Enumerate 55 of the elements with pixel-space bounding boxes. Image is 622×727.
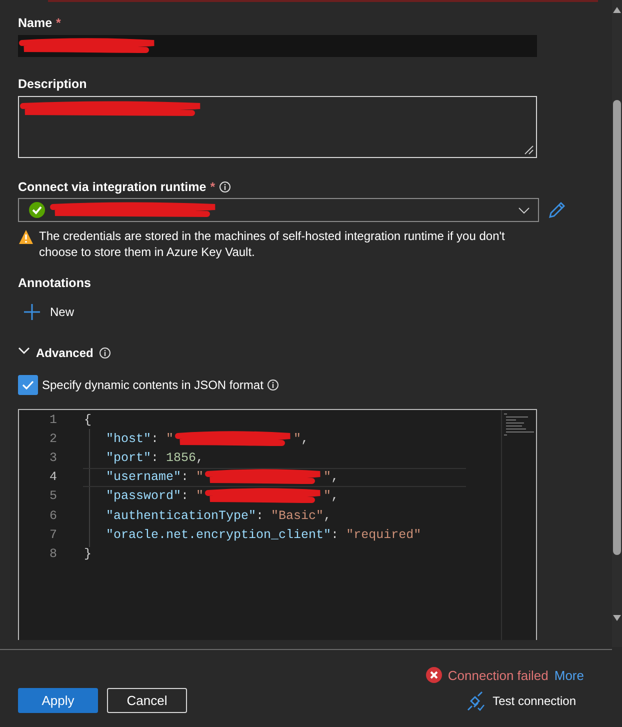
line-number: 2: [48, 432, 57, 446]
plug-icon: [464, 690, 485, 710]
plus-icon: [24, 304, 40, 320]
info-icon[interactable]: [267, 379, 280, 391]
line-number: 3: [48, 450, 57, 465]
line-number: 4: [48, 470, 57, 484]
checkbox-label: Specify dynamic contents in JSON format: [42, 378, 264, 392]
cancel-button[interactable]: Cancel: [107, 688, 187, 713]
test-connection-button[interactable]: Test connection: [464, 690, 576, 710]
chevron-down-icon: [518, 206, 530, 214]
line-number: 8: [48, 546, 57, 561]
code-text: {: [84, 412, 92, 427]
code-text: "oracle.net.encryption_client": "required": [106, 528, 422, 542]
minimap-drawing[interactable]: [502, 412, 536, 438]
code-text: ",: [294, 432, 309, 446]
code-text: ",: [324, 470, 339, 484]
more-link[interactable]: More: [554, 668, 584, 682]
line-number: 7: [48, 528, 57, 542]
error-icon: [426, 667, 442, 683]
scroll-up-icon[interactable]: [613, 6, 621, 14]
scroll-down-icon[interactable]: [613, 614, 621, 622]
name-field[interactable]: [18, 35, 537, 57]
warning-text: The credentials are stored in the machines of self-hosted integration runtime if you don't choose to store them in Azure Key Vault.: [39, 228, 506, 260]
new-button[interactable]: New: [24, 304, 74, 320]
code-text: "host": ": [106, 432, 174, 446]
pencil-icon[interactable]: [547, 200, 567, 220]
required-asterisk: *: [210, 180, 216, 194]
checkbox[interactable]: [18, 375, 38, 395]
scrollbar-thumb[interactable]: [613, 100, 621, 555]
runtime-dropdown[interactable]: [18, 198, 539, 222]
code-text: "authenticationType": "Basic",: [106, 508, 332, 523]
code-text: "port": 1856,: [106, 450, 204, 465]
info-icon[interactable]: [219, 181, 232, 193]
info-icon[interactable]: [99, 347, 112, 359]
field-label: Annotations: [18, 276, 91, 290]
field-label: Name: [18, 16, 52, 30]
line-number: 6: [48, 508, 57, 523]
code-editor[interactable]: 1 { 2 "host": " ", 3 "port": 1856, 4 "username": " ", 5 "password": " ", 6 "authenticationType": "Basic", 7 "oracle.net.encryption_client": "required" 8 }: [18, 409, 537, 640]
field-label: Description: [18, 77, 87, 91]
code-text: "username": ": [106, 470, 204, 484]
description-field[interactable]: [18, 96, 537, 158]
apply-button[interactable]: Apply: [18, 688, 98, 713]
checkmark-icon: [22, 380, 34, 390]
required-asterisk: *: [56, 16, 61, 30]
code-text: ",: [324, 489, 339, 504]
advanced-toggle[interactable]: Advanced: [18, 346, 94, 360]
scrollbar[interactable]: [612, 0, 622, 647]
line-number: 1: [48, 412, 57, 427]
field-label: Connect via integration runtime: [18, 180, 206, 194]
code-text: "password": ": [106, 489, 204, 504]
line-number: 5: [48, 489, 57, 504]
resize-handle-icon[interactable]: [524, 145, 534, 155]
warning-icon: [18, 229, 34, 245]
status-text: Connection failed: [448, 668, 548, 682]
code-text: }: [84, 546, 92, 561]
